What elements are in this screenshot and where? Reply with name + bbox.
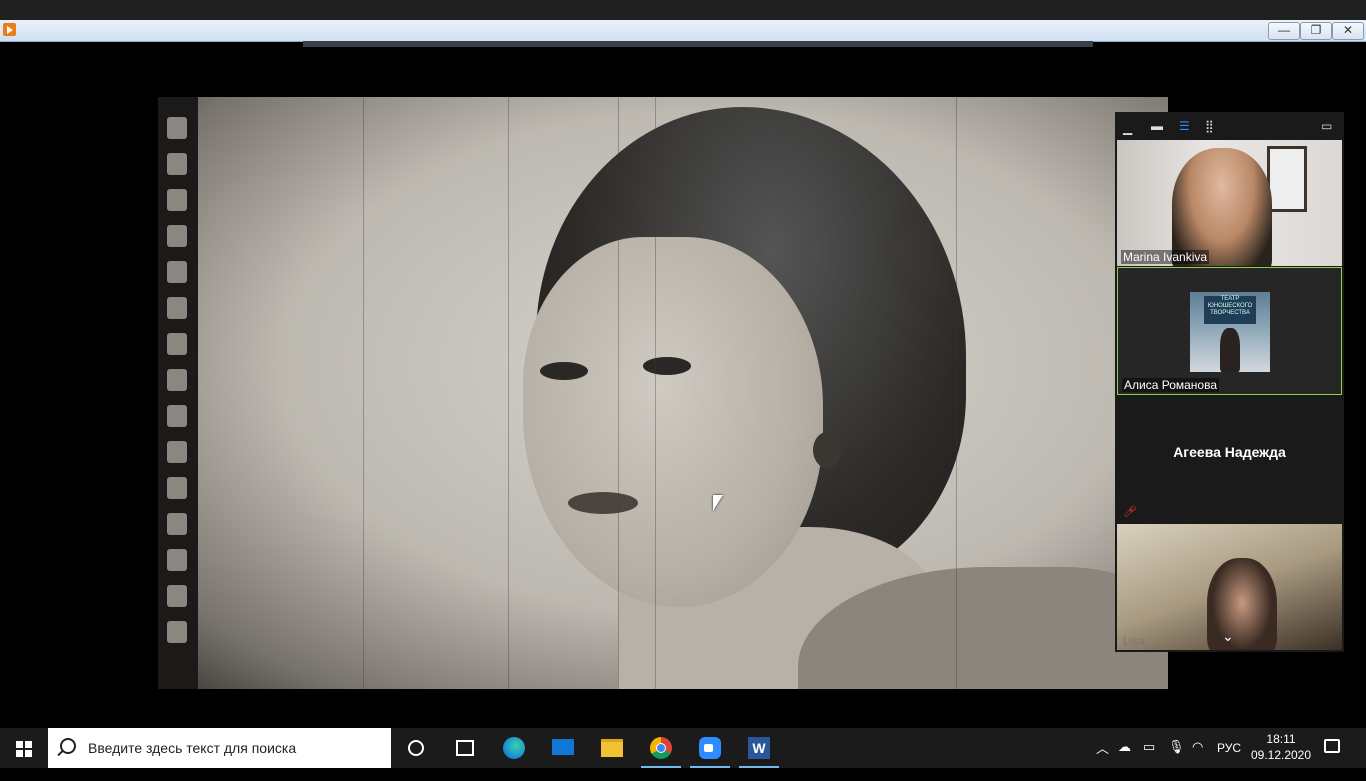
start-button[interactable] bbox=[0, 728, 48, 768]
participant-video: ТЕАТР ЮНОШЕСКОГО ТВОРЧЕСТВА bbox=[1190, 292, 1270, 372]
film-scratch bbox=[655, 97, 656, 689]
word-button[interactable]: W bbox=[735, 728, 783, 768]
shared-screen-video bbox=[158, 97, 1168, 689]
participant-person bbox=[1220, 328, 1240, 372]
portrait-eye-right bbox=[643, 357, 691, 375]
windows-logo-icon bbox=[16, 741, 32, 757]
screen-top-bar bbox=[0, 0, 1366, 20]
task-view-button[interactable] bbox=[440, 728, 488, 768]
portrait-face bbox=[523, 237, 823, 607]
film-sprocket bbox=[167, 117, 187, 139]
film-strip-edge bbox=[158, 97, 198, 689]
film-sprocket bbox=[167, 549, 187, 571]
microphone-icon[interactable]: 🎙︎ bbox=[1168, 739, 1185, 779]
participant-name: Marina Ivankiva bbox=[1121, 250, 1210, 264]
film-sprocket bbox=[167, 189, 187, 211]
participant-person bbox=[1207, 558, 1277, 650]
taskbar-clock[interactable]: 18:11 09.12.2020 bbox=[1250, 731, 1312, 763]
close-button[interactable]: ✕ bbox=[1332, 22, 1364, 40]
grid-view-icon[interactable]: ⣿ bbox=[1205, 120, 1214, 132]
player-title-bar: — ❐ ✕ bbox=[0, 20, 1366, 42]
mail-button[interactable] bbox=[539, 728, 587, 768]
edge-icon bbox=[503, 737, 525, 759]
participant-name: Алиса Романова bbox=[1122, 378, 1220, 392]
film-sprocket bbox=[167, 405, 187, 427]
wifi-icon[interactable]: ◠ bbox=[1192, 739, 1203, 779]
cortana-button[interactable] bbox=[392, 728, 440, 768]
mail-icon bbox=[552, 739, 574, 755]
participant-tile-active-speaker[interactable]: ТЕАТР ЮНОШЕСКОГО ТВОРЧЕСТВА Алиса Романо… bbox=[1117, 267, 1342, 395]
minimize-button[interactable]: — bbox=[1268, 22, 1300, 40]
battery-icon[interactable]: ▭ bbox=[1143, 739, 1155, 779]
portrait-eye-left bbox=[540, 362, 588, 380]
word-icon: W bbox=[748, 737, 770, 759]
clock-date: 09.12.2020 bbox=[1250, 748, 1312, 762]
theatre-sign: ТЕАТР ЮНОШЕСКОГО ТВОРЧЕСТВА bbox=[1204, 296, 1256, 324]
search-placeholder: Введите здесь текст для поиска bbox=[88, 740, 297, 756]
film-sprocket bbox=[167, 369, 187, 391]
minimize-panel-icon[interactable]: ▁ bbox=[1123, 122, 1132, 134]
muted-microphone-icon: 🎤︎ bbox=[1123, 506, 1137, 518]
playback-strip[interactable] bbox=[303, 41, 1093, 47]
film-scratch bbox=[956, 97, 957, 689]
zoom-icon bbox=[699, 737, 721, 759]
chrome-button[interactable] bbox=[637, 728, 685, 768]
film-sprocket bbox=[167, 441, 187, 463]
film-sprocket bbox=[167, 621, 187, 643]
media-player-icon[interactable] bbox=[3, 23, 16, 36]
film-scratch bbox=[363, 97, 364, 689]
notification-center-icon[interactable] bbox=[1324, 739, 1340, 753]
edge-button[interactable] bbox=[490, 728, 538, 768]
participant-tile-no-video[interactable]: Агеева Надежда 🎤︎ bbox=[1117, 396, 1342, 522]
single-tile-icon[interactable]: ▬ bbox=[1151, 120, 1163, 132]
clock-time: 18:11 bbox=[1266, 732, 1296, 746]
zoom-button[interactable] bbox=[686, 728, 734, 768]
film-scratch bbox=[618, 97, 619, 689]
portrait-earring bbox=[813, 432, 841, 468]
search-icon bbox=[60, 738, 76, 754]
exit-fullscreen-icon[interactable]: ▭ bbox=[1321, 120, 1332, 132]
participant-tile[interactable]: Marina Ivankiva bbox=[1117, 140, 1342, 266]
show-hidden-icons-chevron-icon[interactable]: ︿ bbox=[1096, 738, 1109, 778]
gallery-toolbar: ▁ ▬ ☰ ⣿ ▭ bbox=[1115, 112, 1344, 140]
film-sprocket bbox=[167, 477, 187, 499]
file-explorer-icon bbox=[601, 739, 623, 757]
onedrive-icon[interactable]: ☁ bbox=[1118, 739, 1131, 779]
cortana-icon bbox=[408, 740, 424, 756]
participant-tile[interactable]: Lisa ⌄ bbox=[1117, 524, 1342, 650]
film-sprocket bbox=[167, 513, 187, 535]
language-indicator[interactable]: РУС bbox=[1217, 741, 1241, 781]
film-sprocket bbox=[167, 297, 187, 319]
film-sprocket bbox=[167, 333, 187, 355]
taskbar-search-box[interactable]: Введите здесь текст для поиска bbox=[48, 728, 391, 768]
participant-name: Lisa bbox=[1123, 634, 1146, 648]
film-sprocket bbox=[167, 261, 187, 283]
strip-view-icon[interactable]: ☰ bbox=[1179, 120, 1190, 132]
participant-person bbox=[1172, 148, 1272, 266]
film-sprocket bbox=[167, 153, 187, 175]
participant-gallery-panel: ▁ ▬ ☰ ⣿ ▭ Marina Ivankiva ТЕАТР ЮНОШЕСКО… bbox=[1115, 112, 1344, 652]
wall-picture bbox=[1267, 146, 1307, 212]
participant-name: Агеева Надежда bbox=[1173, 444, 1286, 460]
film-sprocket bbox=[167, 225, 187, 247]
chevron-down-icon[interactable]: ⌄ bbox=[1222, 628, 1234, 645]
film-scratch bbox=[508, 97, 509, 689]
film-sprocket bbox=[167, 585, 187, 607]
portrait-lips bbox=[568, 492, 638, 514]
windows-taskbar: Введите здесь текст для поиска W ︿ ☁ ▭ 🎙… bbox=[0, 728, 1366, 768]
file-explorer-button[interactable] bbox=[588, 728, 636, 768]
task-view-icon bbox=[456, 740, 474, 756]
mouse-cursor-icon bbox=[713, 495, 723, 511]
restore-button[interactable]: ❐ bbox=[1300, 22, 1332, 40]
chrome-icon bbox=[650, 737, 672, 759]
